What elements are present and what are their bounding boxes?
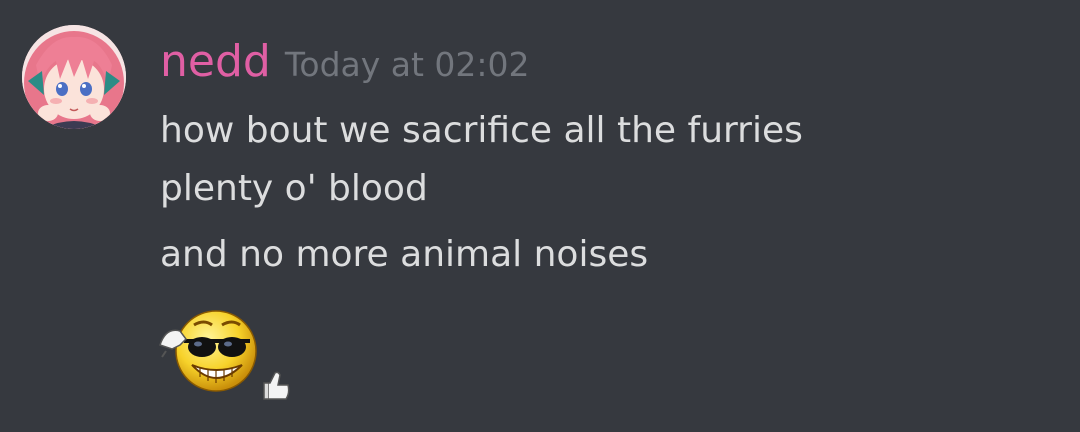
message-line: how bout we sacrifice all the furries <box>160 110 803 151</box>
message-header: nedd Today at 02:02 <box>160 32 530 92</box>
message-line: and no more animal noises <box>160 234 649 275</box>
user-avatar[interactable] <box>22 25 126 129</box>
message-line: plenty o' blood <box>160 168 428 209</box>
custom-emoji[interactable] <box>156 305 296 405</box>
chat-message: nedd Today at 02:02 how bout we sacrifice… <box>0 0 1080 432</box>
timestamp: Today at 02:02 <box>284 45 530 84</box>
anime-girl-avatar-icon <box>22 25 126 129</box>
username[interactable]: nedd <box>160 36 271 87</box>
cool-sunglasses-thumbs-up-icon <box>159 310 290 400</box>
